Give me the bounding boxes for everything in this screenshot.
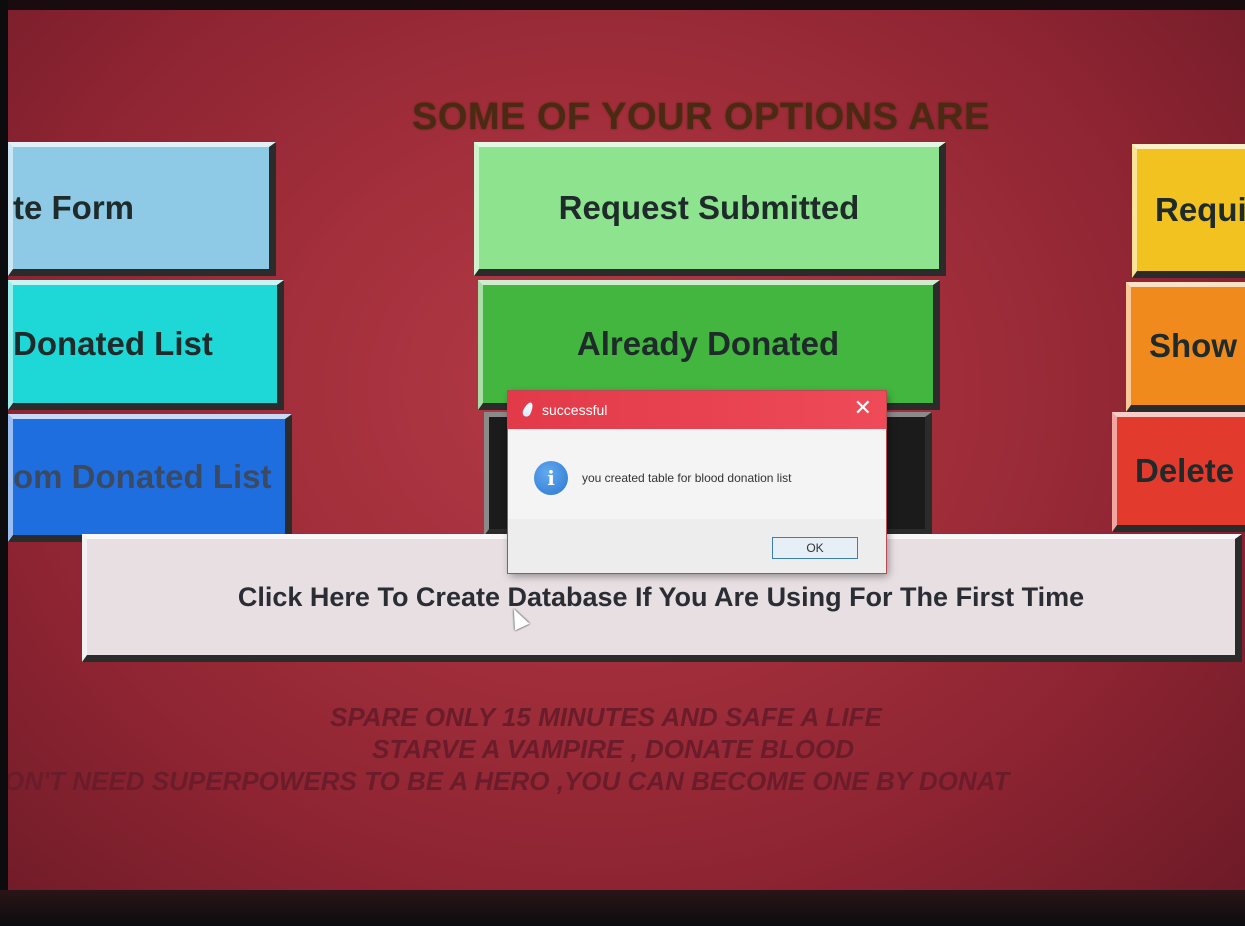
- dialog-titlebar[interactable]: successful ✕: [508, 391, 886, 429]
- donated-list-button[interactable]: Donated List: [8, 280, 284, 410]
- donate-form-label: te Form: [13, 189, 135, 226]
- slogan-line-3: ON'T NEED SUPERPOWERS TO BE A HERO ,YOU …: [4, 766, 1010, 796]
- dialog-message: you created table for blood donation lis…: [582, 471, 792, 485]
- title-bar-strip: [0, 0, 1245, 10]
- donate-form-button[interactable]: te Form: [8, 142, 276, 276]
- create-database-label: Click Here To Create Database If You Are…: [237, 581, 1085, 612]
- app-window: SOME OF YOUR OPTIONS ARE te Form Donated…: [0, 0, 1245, 926]
- request-submitted-label: Request Submitted: [558, 189, 860, 226]
- delete-button[interactable]: Delete: [1112, 412, 1245, 532]
- show-button[interactable]: Show: [1126, 282, 1245, 412]
- required-button[interactable]: Requi: [1132, 144, 1245, 278]
- show-label: Show: [1149, 327, 1237, 364]
- donated-list-label: Donated List: [13, 325, 213, 362]
- close-icon[interactable]: ✕: [854, 397, 872, 419]
- dialog-title: successful: [542, 402, 608, 418]
- already-donated-label: Already Donated: [576, 325, 840, 362]
- options-heading: SOME OF YOUR OPTIONS ARE: [412, 96, 990, 138]
- delete-label: Delete: [1135, 452, 1235, 489]
- required-label: Requi: [1155, 191, 1245, 228]
- delete-from-donated-list-button[interactable]: om Donated List: [8, 414, 292, 542]
- ok-button[interactable]: OK: [772, 537, 858, 559]
- success-dialog: successful ✕ i you created table for blo…: [508, 391, 886, 573]
- feather-icon: [521, 401, 535, 418]
- slogan-line-2: STARVE A VAMPIRE , DONATE BLOOD: [372, 734, 854, 764]
- monitor-bezel-bottom: [0, 890, 1245, 926]
- info-icon: i: [534, 461, 568, 495]
- monitor-bezel-left: [0, 0, 8, 926]
- request-submitted-button[interactable]: Request Submitted: [474, 142, 946, 276]
- slogan-line-1: SPARE ONLY 15 MINUTES AND SAFE A LIFE: [330, 702, 882, 732]
- delete-from-donated-list-label: om Donated List: [13, 458, 272, 495]
